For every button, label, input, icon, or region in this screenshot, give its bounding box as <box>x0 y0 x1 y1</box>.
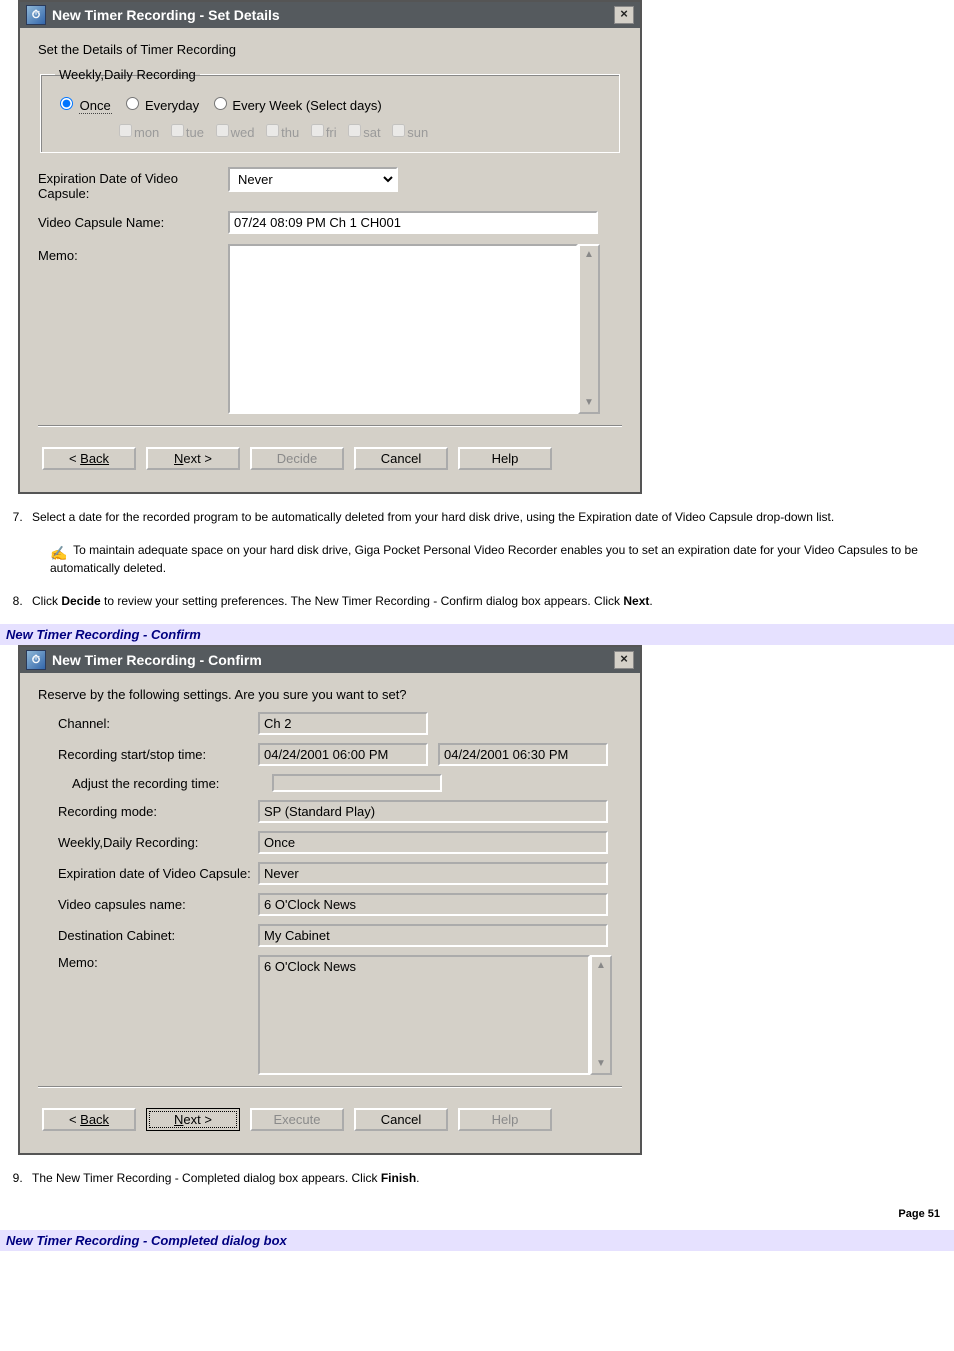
help-button[interactable]: Help <box>458 447 552 470</box>
dialog-instruction: Set the Details of Timer Recording <box>38 42 622 57</box>
close-icon[interactable]: × <box>614 651 634 669</box>
exp2-label: Expiration date of Video Capsule: <box>58 866 258 881</box>
expiration-label: Expiration Date of Video Capsule: <box>38 167 228 201</box>
help-button: Help <box>458 1108 552 1131</box>
check-mon <box>119 124 132 137</box>
set-details-dialog: ⏱ New Timer Recording - Set Details × Se… <box>18 0 642 494</box>
dialog2-title: New Timer Recording - Confirm <box>52 652 262 668</box>
check-sun <box>392 124 405 137</box>
expiration-select[interactable]: Never <box>228 167 398 192</box>
note-text: To maintain adequate space on your hard … <box>50 543 918 576</box>
radio-selectdays-label[interactable]: Every Week (Select days) <box>209 98 382 113</box>
scroll-up-icon: ▲ <box>592 957 610 975</box>
confirm-dialog: ⏱ New Timer Recording - Confirm × Reserv… <box>18 645 642 1155</box>
close-icon[interactable]: × <box>614 6 634 24</box>
weekly-value: Once <box>258 831 608 854</box>
app-icon: ⏱ <box>26 5 46 25</box>
memo-label: Memo: <box>38 244 228 263</box>
radio-selectdays[interactable] <box>214 97 227 110</box>
dialog2-titlebar: ⏱ New Timer Recording - Confirm × <box>20 647 640 673</box>
mode-value: SP (Standard Play) <box>258 800 608 823</box>
check-fri <box>311 124 324 137</box>
dialog-titlebar: ⏱ New Timer Recording - Set Details × <box>20 2 640 28</box>
startstop-label: Recording start/stop time: <box>58 747 258 762</box>
back-button[interactable]: < Back <box>42 1108 136 1131</box>
figure-caption-completed: New Timer Recording - Completed dialog b… <box>0 1230 954 1251</box>
step-7: Select a date for the recorded program t… <box>26 508 938 578</box>
day-sat: sat <box>344 125 380 140</box>
stop-value: 04/24/2001 06:30 PM <box>438 743 608 766</box>
memo-textarea[interactable] <box>228 244 578 414</box>
memo2-value: 6 O'Clock News <box>258 955 590 1075</box>
capsule-name-label: Video Capsule Name: <box>38 211 228 230</box>
exp2-value: Never <box>258 862 608 885</box>
decide-button: Decide <box>250 447 344 470</box>
step-9: The New Timer Recording - Completed dial… <box>26 1169 938 1188</box>
page-footer: Page 51 <box>0 1202 954 1222</box>
radio-once[interactable] <box>60 97 73 110</box>
check-sat <box>348 124 361 137</box>
execute-button: Execute <box>250 1108 344 1131</box>
adjust-value <box>272 774 442 792</box>
capname-label: Video capsules name: <box>58 897 258 912</box>
memo2-scrollbar: ▲ ▼ <box>590 955 612 1075</box>
scroll-down-icon[interactable]: ▼ <box>580 394 598 412</box>
day-fri: fri <box>307 125 337 140</box>
start-value: 04/24/2001 06:00 PM <box>258 743 428 766</box>
weekly-label: Weekly,Daily Recording: <box>58 835 258 850</box>
dest-label: Destination Cabinet: <box>58 928 258 943</box>
memo-scrollbar[interactable]: ▲ ▼ <box>578 244 600 414</box>
day-wed: wed <box>212 125 255 140</box>
scroll-up-icon[interactable]: ▲ <box>580 246 598 264</box>
day-sun: sun <box>388 125 428 140</box>
back-button[interactable]: < Back <box>42 447 136 470</box>
mode-label: Recording mode: <box>58 804 258 819</box>
next-button[interactable]: Next > <box>146 447 240 470</box>
weekly-daily-group: Weekly,Daily Recording Once Everyday Eve… <box>40 67 620 153</box>
step-8: Click Decide to review your setting pref… <box>26 592 938 611</box>
check-thu <box>266 124 279 137</box>
note-icon: ✍ <box>50 543 66 557</box>
next-button[interactable]: Next > <box>146 1108 240 1131</box>
radio-everyday[interactable] <box>126 97 139 110</box>
cancel-button[interactable]: Cancel <box>354 447 448 470</box>
radio-once-label[interactable]: Once <box>55 98 115 113</box>
dialog-title: New Timer Recording - Set Details <box>52 7 280 23</box>
capsule-name-input[interactable] <box>228 211 598 234</box>
check-tue <box>171 124 184 137</box>
memo2-label: Memo: <box>58 955 258 970</box>
capname-value: 6 O'Clock News <box>258 893 608 916</box>
scroll-down-icon: ▼ <box>592 1055 610 1073</box>
day-thu: thu <box>262 125 299 140</box>
cancel-button[interactable]: Cancel <box>354 1108 448 1131</box>
day-mon: mon <box>115 125 159 140</box>
dest-value: My Cabinet <box>258 924 608 947</box>
day-tue: tue <box>167 125 204 140</box>
figure-caption-confirm: New Timer Recording - Confirm <box>0 624 954 645</box>
app-icon: ⏱ <box>26 650 46 670</box>
radio-everyday-label[interactable]: Everyday <box>121 98 202 113</box>
dialog2-instruction: Reserve by the following settings. Are y… <box>38 687 622 702</box>
days-row: mon tue wed thu fri sat sun <box>115 121 609 140</box>
group-legend: Weekly,Daily Recording <box>55 67 200 82</box>
check-wed <box>216 124 229 137</box>
channel-label: Channel: <box>58 716 258 731</box>
channel-value: Ch 2 <box>258 712 428 735</box>
adjust-label: Adjust the recording time: <box>58 776 272 791</box>
